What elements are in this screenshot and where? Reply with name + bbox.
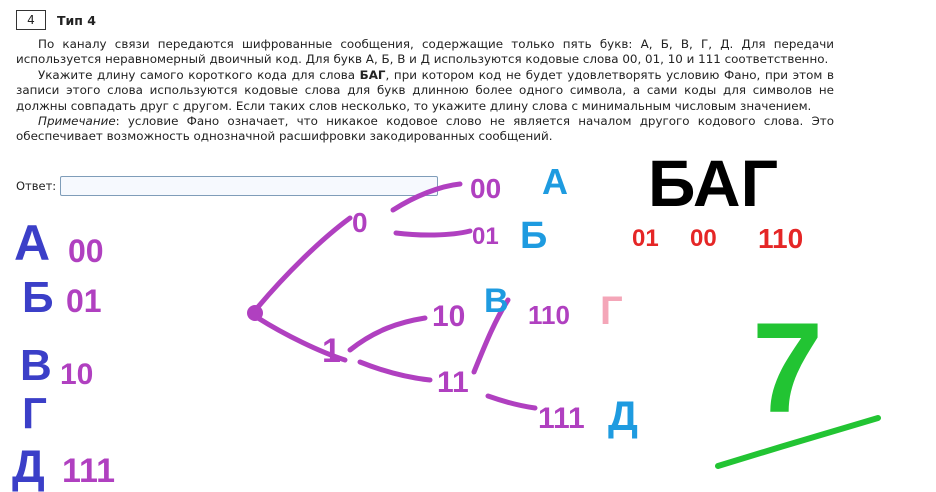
leaf-00-code: 00 bbox=[470, 173, 501, 204]
tree-labels: 0 1 10 11 00 01 110 111 bbox=[322, 173, 585, 435]
left-letter-b: Б bbox=[22, 273, 54, 322]
left-code-v: 10 bbox=[60, 358, 93, 391]
result-seven: 7 bbox=[752, 297, 823, 440]
tree-edge-10 bbox=[347, 315, 428, 353]
tree-edge-11 bbox=[357, 359, 433, 383]
word-code-g: 110 bbox=[758, 223, 803, 254]
left-letter-g: Г bbox=[22, 389, 47, 438]
leaf-letter-d: Д bbox=[608, 392, 638, 439]
word-encoding: БАГ 01 00 110 bbox=[632, 146, 803, 254]
leaf-111-code: 111 bbox=[538, 402, 585, 435]
node-11-label: 11 bbox=[437, 366, 469, 399]
leaf-letter-v: В bbox=[484, 282, 509, 320]
left-code-b: 01 bbox=[66, 283, 102, 319]
left-code-a: 00 bbox=[68, 233, 104, 269]
left-code-d: 111 bbox=[62, 452, 115, 490]
node-10-label: 10 bbox=[432, 300, 465, 333]
word-code-b: 01 bbox=[632, 225, 659, 252]
left-letter-v: В bbox=[20, 341, 52, 390]
result-annotation: 7 bbox=[715, 297, 881, 469]
handwritten-annotations: 0 1 10 11 00 01 110 111 А Б В Г Д А 00 Б… bbox=[12, 146, 881, 492]
word-bag: БАГ bbox=[648, 146, 778, 220]
left-letter-d: Д bbox=[12, 440, 45, 492]
leaf-letter-b: Б bbox=[520, 215, 547, 257]
tree-edge-111 bbox=[485, 393, 538, 411]
word-code-a: 00 bbox=[690, 225, 717, 252]
leaf-letter-a: А bbox=[542, 161, 568, 202]
tree-edge-00 bbox=[390, 181, 463, 213]
tree-edge-0 bbox=[255, 215, 353, 310]
node-0-label: 0 bbox=[352, 207, 368, 238]
leaf-letter-g: Г bbox=[600, 289, 623, 333]
tree-edge-01 bbox=[393, 228, 473, 238]
leaf-01-code: 01 bbox=[472, 223, 499, 250]
left-code-table: А 00 Б 01 В 10 Г Д 111 bbox=[12, 215, 115, 492]
node-1-label: 1 bbox=[322, 332, 341, 370]
left-letter-a: А bbox=[14, 215, 50, 271]
leaf-110-code: 110 bbox=[528, 300, 570, 330]
